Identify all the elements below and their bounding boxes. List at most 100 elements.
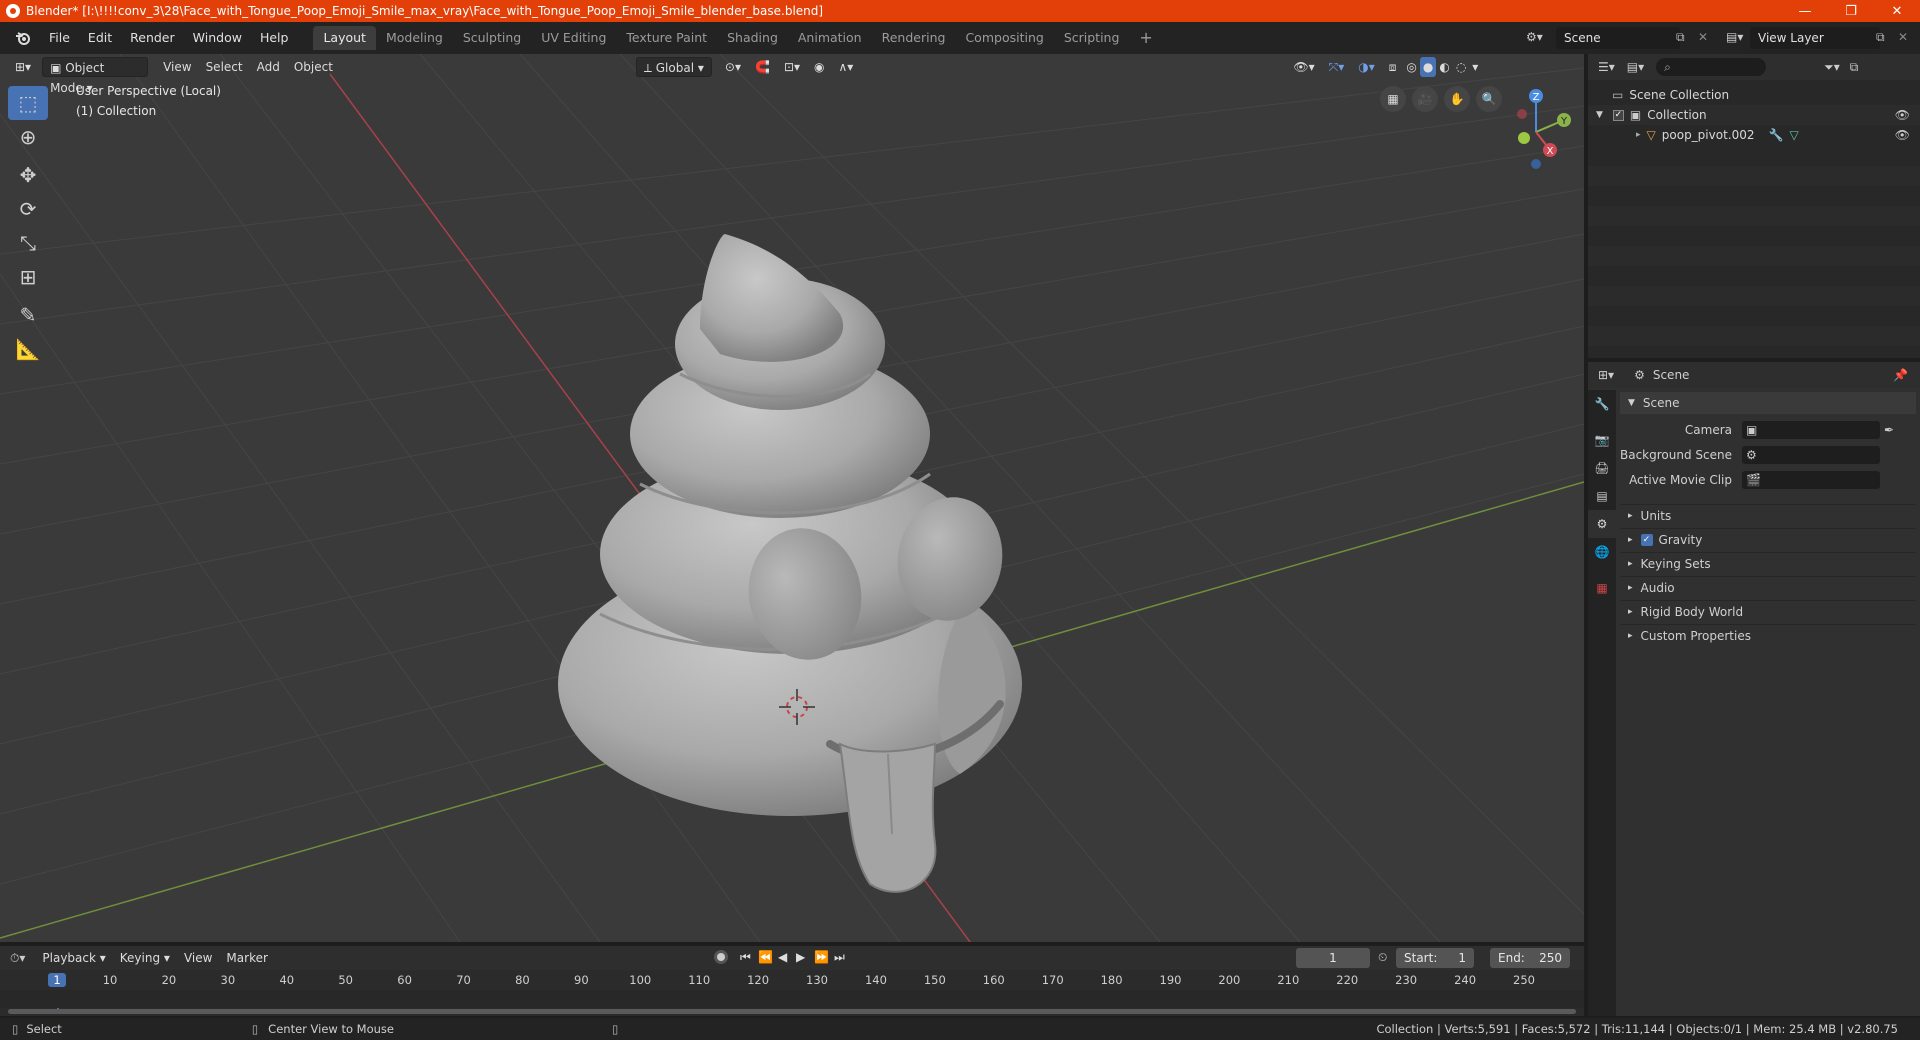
audio-panel-header[interactable]: ▸ Audio — [1620, 576, 1916, 598]
material-shading-icon[interactable]: ◐ — [1436, 57, 1452, 77]
navigation-gizmo[interactable]: Z Y X — [1488, 84, 1578, 174]
pan-view-icon[interactable]: ✋ — [1444, 86, 1470, 112]
blender-menu-icon[interactable] — [12, 30, 34, 46]
close-button[interactable]: ✕ — [1874, 0, 1920, 22]
current-frame-indicator[interactable]: 1 — [48, 973, 66, 987]
delete-scene-icon[interactable]: ✕ — [1698, 30, 1708, 44]
tab-modeling[interactable]: Modeling — [376, 26, 453, 50]
menu-window[interactable]: Window — [184, 26, 251, 50]
solid-shading-icon[interactable]: ● — [1419, 57, 1437, 77]
tab-shading[interactable]: Shading — [717, 26, 788, 50]
modifier-icon[interactable]: 🔧 — [1769, 128, 1784, 142]
measure-tool-icon[interactable]: 📐 — [8, 332, 48, 366]
pivot-point-icon[interactable]: ⊙▾ — [718, 57, 748, 77]
outliner-row-scene-collection[interactable]: ▭ Scene Collection — [1588, 85, 1920, 105]
playback-menu[interactable]: Playback ▾ — [35, 948, 112, 968]
frame-ruler[interactable]: 1 10 20 30 40 50 60 70 80 90 100 110 120 130 140 150 160… — [0, 972, 1584, 1012]
tool-tab-icon[interactable]: 🔧 — [1588, 390, 1616, 418]
units-panel-header[interactable]: ▸ Units — [1620, 504, 1916, 526]
proportional-falloff-icon[interactable]: ∧▾ — [832, 57, 861, 77]
menu-edit[interactable]: Edit — [79, 26, 121, 50]
filter-icon[interactable]: ⏷▾ — [1824, 60, 1840, 75]
overlays-icon[interactable]: ◑▾ — [1351, 57, 1382, 77]
minimize-button[interactable]: — — [1782, 0, 1828, 22]
tab-rendering[interactable]: Rendering — [872, 26, 956, 50]
3d-viewport[interactable]: ⊞▾ ▣ Object Mode ▾ View Select Add Objec… — [0, 54, 1584, 942]
movie-clip-field[interactable]: 🎬 — [1742, 471, 1880, 489]
record-button-icon[interactable] — [714, 950, 728, 964]
properties-editor-type-icon[interactable]: ⊞▾ — [1598, 368, 1614, 382]
tab-sculpting[interactable]: Sculpting — [453, 26, 531, 50]
visibility-icon[interactable]: 👁▾ — [1286, 57, 1321, 77]
mesh-data-icon[interactable]: ▽ — [1789, 128, 1798, 142]
jump-prev-keyframe-icon[interactable]: ⏪ — [758, 950, 773, 964]
maximize-button[interactable]: ❐ — [1828, 0, 1874, 22]
camera-field[interactable]: ▣ — [1742, 421, 1880, 439]
collection-visibility-icon[interactable]: 👁 — [1895, 108, 1910, 122]
proportional-edit-icon[interactable]: ◉ — [807, 57, 831, 77]
view-layer-icon[interactable]: ▤▾ — [1726, 30, 1743, 44]
editor-type-icon[interactable]: ⊞▾ — [8, 57, 38, 77]
collection-checkbox[interactable]: ✓ — [1612, 109, 1624, 121]
current-frame-input[interactable] — [1296, 948, 1370, 968]
rendered-shading-icon[interactable]: ◌ — [1453, 57, 1469, 77]
outliner-row-collection[interactable]: ▼ ✓ ▣ Collection 👁 — [1588, 105, 1920, 125]
new-view-layer-icon[interactable]: ⧉ — [1876, 30, 1885, 45]
scene-section-header[interactable]: ▼ Scene — [1620, 392, 1916, 414]
move-tool-icon[interactable]: ✥ — [8, 158, 48, 192]
scene-selector-icon[interactable]: ⚙▾ — [1526, 30, 1543, 44]
scale-tool-icon[interactable]: ⤡ — [8, 226, 48, 260]
play-reverse-icon[interactable]: ◀ — [778, 950, 787, 964]
snap-icon[interactable]: 🧲 — [748, 57, 777, 77]
gravity-panel-header[interactable]: ▸ ✓ Gravity — [1620, 528, 1916, 550]
render-tab-icon[interactable]: 📷 — [1588, 426, 1616, 454]
menu-object[interactable]: Object — [287, 57, 340, 77]
preview-range-icon[interactable]: ⏲ — [1378, 950, 1387, 965]
tab-compositing[interactable]: Compositing — [955, 26, 1053, 50]
grid-view-icon[interactable]: ▦ — [1380, 86, 1406, 112]
start-frame-field[interactable]: Start: 1 — [1396, 948, 1474, 968]
scene-tab-icon[interactable]: ⚙ — [1588, 510, 1616, 538]
tab-layout[interactable]: Layout — [313, 26, 376, 50]
menu-add[interactable]: Add — [250, 57, 287, 77]
annotate-tool-icon[interactable]: ✎ — [8, 298, 48, 332]
jump-next-keyframe-icon[interactable]: ⏩ — [814, 950, 829, 964]
transform-tool-icon[interactable]: ⊞ — [8, 260, 48, 294]
outliner-row-object[interactable]: ▸ ▽ poop_pivot.002 🔧 ▽ 👁 — [1588, 125, 1920, 145]
new-scene-icon[interactable]: ⧉ — [1676, 30, 1685, 45]
add-workspace-button[interactable]: + — [1129, 26, 1162, 50]
texture-tab-icon[interactable]: ▦ — [1588, 574, 1616, 602]
menu-help[interactable]: Help — [251, 26, 298, 50]
output-tab-icon[interactable]: 🖨 — [1588, 454, 1616, 482]
object-mode-dropdown[interactable]: ▣ Object Mode ▾ — [42, 57, 149, 95]
select-box-tool-icon[interactable]: ⬚ — [8, 86, 48, 120]
outliner-search-input[interactable]: ⌕ — [1656, 58, 1767, 76]
custom-properties-panel-header[interactable]: ▸ Custom Properties — [1620, 624, 1916, 646]
tab-animation[interactable]: Animation — [788, 26, 872, 50]
jump-end-icon[interactable]: ⏭ — [834, 950, 845, 965]
cursor-tool-icon[interactable]: ⊕ — [8, 120, 48, 154]
snap-target-icon[interactable]: ⊡▾ — [777, 57, 807, 77]
object-visibility-icon[interactable]: 👁 — [1895, 128, 1910, 142]
display-mode-icon[interactable]: ▤▾ — [1627, 60, 1644, 74]
eyedropper-icon[interactable]: ✒ — [1884, 423, 1894, 437]
view-layer-tab-icon[interactable]: ▤ — [1588, 482, 1616, 510]
pin-icon[interactable]: 📌 — [1893, 368, 1908, 382]
transform-orientation-dropdown[interactable]: ⟂ Global ▾ — [635, 57, 712, 77]
view-layer-field[interactable]: View Layer — [1750, 27, 1880, 49]
expand-arrow-icon[interactable]: ▼ — [1596, 110, 1603, 120]
jump-start-icon[interactable]: ⏮ — [740, 950, 751, 965]
marker-menu[interactable]: Marker — [219, 948, 274, 968]
scene-name-field[interactable]: Scene — [1556, 27, 1680, 49]
keying-menu[interactable]: Keying ▾ — [113, 948, 177, 968]
gravity-checkbox[interactable]: ✓ — [1640, 533, 1653, 546]
timeline-track-area[interactable] — [0, 990, 1584, 1008]
tab-scripting[interactable]: Scripting — [1054, 26, 1130, 50]
keying-sets-panel-header[interactable]: ▸ Keying Sets — [1620, 552, 1916, 574]
end-frame-field[interactable]: End: 250 — [1490, 948, 1570, 968]
timeline-scrollbar[interactable] — [8, 1009, 1576, 1014]
wireframe-shading-icon[interactable]: ◎ — [1403, 57, 1419, 77]
menu-view[interactable]: View — [156, 57, 198, 77]
play-icon[interactable]: ▶ — [796, 950, 805, 964]
delete-view-layer-icon[interactable]: ✕ — [1898, 30, 1908, 44]
